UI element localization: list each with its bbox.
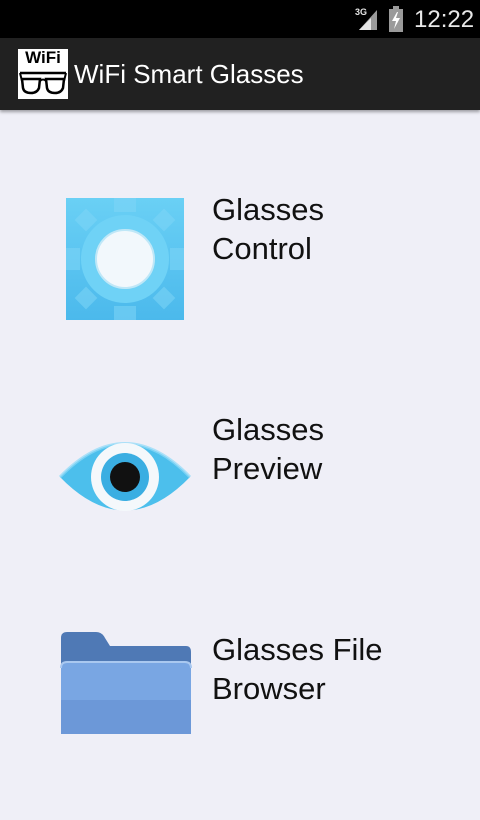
app-logo-icon[interactable]: WiFi — [18, 49, 68, 99]
eye-icon — [58, 442, 192, 511]
gear-icon — [66, 198, 184, 320]
menu-item-label: Glasses Preview — [212, 412, 324, 486]
folder-icon — [60, 632, 192, 734]
glasses-icon — [19, 71, 67, 95]
app-title: WiFi Smart Glasses — [74, 59, 304, 89]
menu-item-label: Glasses Control — [212, 192, 324, 266]
status-bar: 3G 12:22 — [0, 0, 480, 38]
menu-item-label: Glasses File Browser — [212, 632, 383, 706]
signal-icon: 3G — [355, 7, 377, 30]
battery-charging-icon — [389, 6, 403, 32]
action-bar: WiFi WiFi Smart Glasses — [0, 38, 480, 110]
menu-item-glasses-control[interactable]: Glasses Control — [0, 180, 480, 380]
network-type-label: 3G — [355, 7, 367, 17]
menu-item-glasses-preview[interactable]: Glasses Preview — [0, 400, 480, 600]
status-clock: 12:22 — [414, 6, 475, 33]
app-logo-text: WiFi — [25, 48, 61, 67]
menu-item-glasses-file-browser[interactable]: Glasses File Browser — [0, 620, 480, 820]
